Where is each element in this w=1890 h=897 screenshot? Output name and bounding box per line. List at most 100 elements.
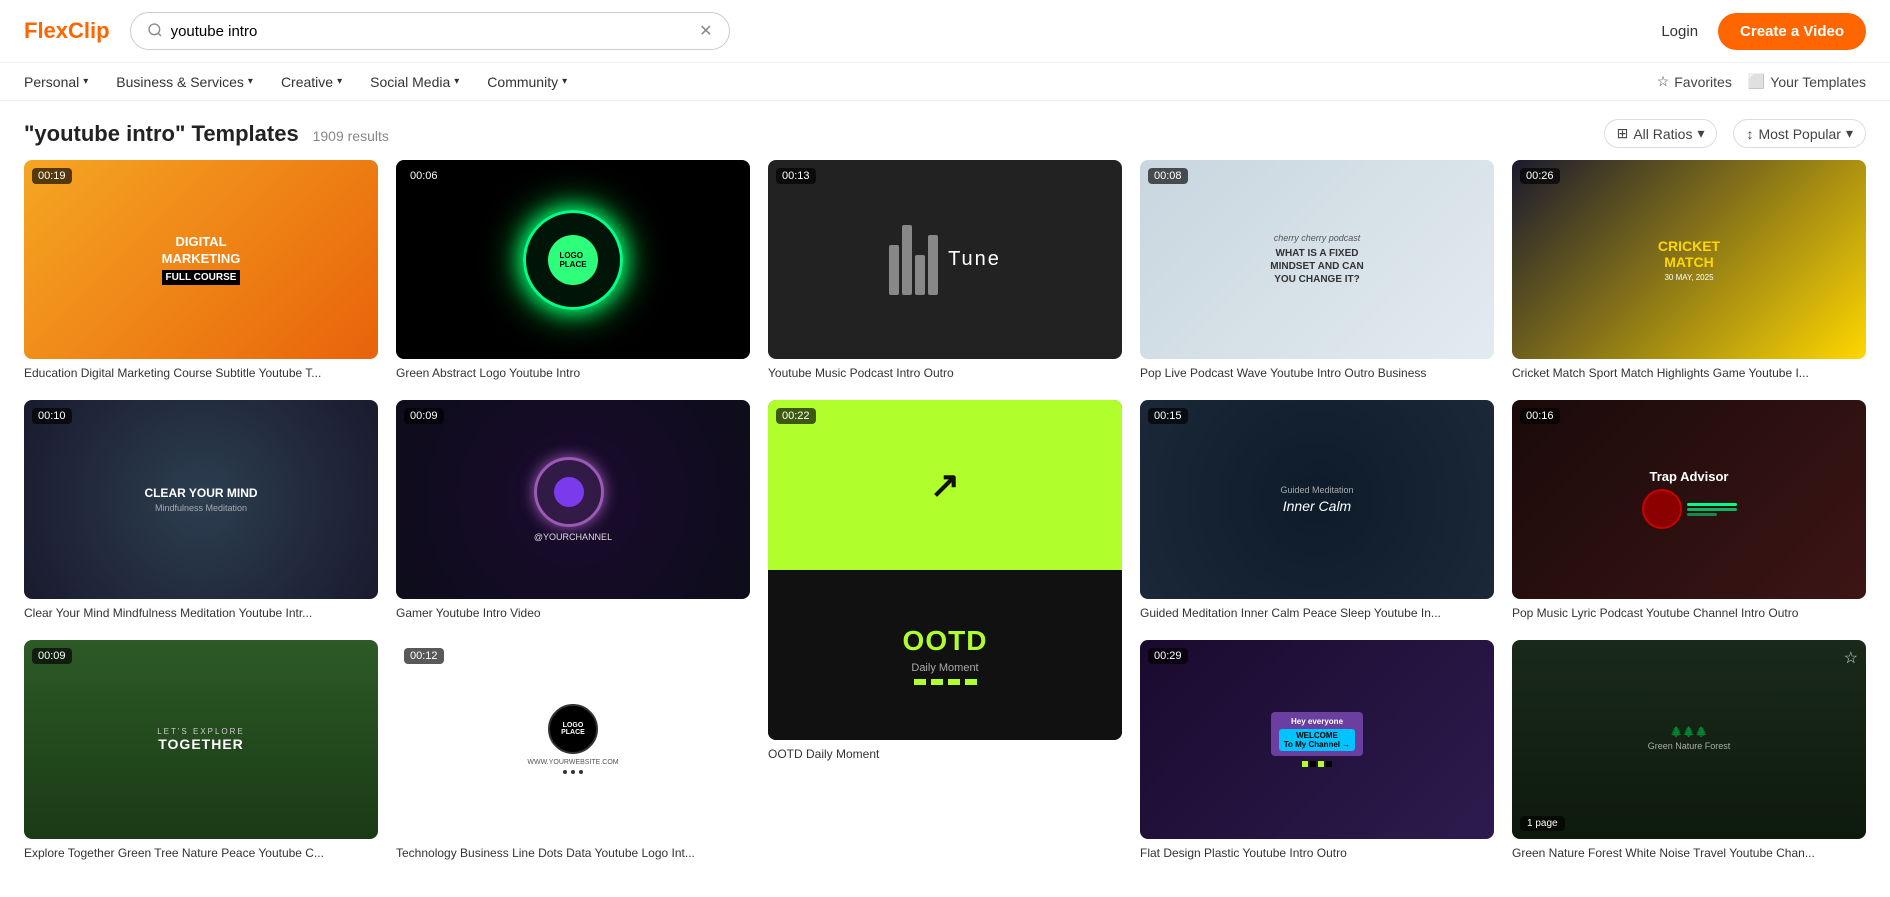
- card-duration: 00:09: [404, 408, 444, 424]
- card-duration: 00:16: [1520, 408, 1560, 424]
- chevron-down-icon: ▾: [562, 76, 567, 87]
- search-input[interactable]: [171, 23, 692, 40]
- card-thumbnail: 00:09 @YOURCHANNEL: [396, 400, 750, 599]
- template-grid: 00:19 DIGITALMARKETING FULL COURSE Educa…: [0, 160, 1890, 886]
- template-card[interactable]: 1 page ☆ 🌲🌲🌲 Green Nature Forest Green N…: [1512, 640, 1866, 862]
- template-card[interactable]: 00:29 Hey everyone WELCOMETo My Channel …: [1140, 640, 1494, 862]
- card-duration: 00:19: [32, 168, 72, 184]
- nav-personal-label: Personal: [24, 74, 79, 90]
- card-title: OOTD Daily Moment: [768, 746, 1122, 763]
- card-duration: 00:15: [1148, 408, 1188, 424]
- page-title-row: "youtube intro" Templates 1909 results ⊞…: [0, 101, 1890, 160]
- logo-placeholder: LOGOPLACE: [548, 235, 598, 285]
- nav-social-media[interactable]: Social Media ▾: [370, 74, 459, 90]
- card-title: Education Digital Marketing Course Subti…: [24, 365, 378, 382]
- card-thumbnail: 00:29 Hey everyone WELCOMETo My Channel …: [1140, 640, 1494, 839]
- template-card[interactable]: 00:19 DIGITALMARKETING FULL COURSE Educa…: [24, 160, 378, 382]
- card-thumbnail: 00:26 CRICKETMATCH 30 MAY, 2025: [1512, 160, 1866, 359]
- card-title: Green Nature Forest White Noise Travel Y…: [1512, 845, 1866, 862]
- nav-community[interactable]: Community ▾: [487, 74, 567, 90]
- ratio-icon: ⊞: [1617, 125, 1629, 142]
- results-count: 1909 results: [313, 128, 389, 144]
- template-card[interactable]: 00:16 Trap Advisor Pop Music Lyric Podca…: [1512, 400, 1866, 622]
- ootd-top-section: ↗: [768, 400, 1122, 570]
- ootd-bottom-section: OOTD Daily Moment: [768, 570, 1122, 740]
- login-button[interactable]: Login: [1661, 23, 1698, 40]
- card-title: Pop Live Podcast Wave Youtube Intro Outr…: [1140, 365, 1494, 382]
- card-thumbnail: 00:13 Tune: [768, 160, 1122, 359]
- template-card-large[interactable]: 00:22 ↗ OOTD Daily Moment OOTD Daily Mom…: [768, 400, 1122, 862]
- search-icon: [147, 22, 163, 41]
- green-circle-decoration: LOGOPLACE: [523, 210, 623, 310]
- card-title: Guided Meditation Inner Calm Peace Sleep…: [1140, 605, 1494, 622]
- card-title: Flat Design Plastic Youtube Intro Outro: [1140, 845, 1494, 862]
- nav-community-label: Community: [487, 74, 558, 90]
- chevron-down-icon: ▾: [1697, 125, 1704, 142]
- card-title: Explore Together Green Tree Nature Peace…: [24, 845, 378, 862]
- nav-creative-label: Creative: [281, 74, 333, 90]
- filter-popular-label: Most Popular: [1758, 126, 1840, 142]
- card-duration: 00:22: [776, 408, 816, 424]
- page-title: "youtube intro" Templates 1909 results: [24, 121, 389, 147]
- template-card[interactable]: 00:08 cherry cherry podcast WHAT IS A FI…: [1140, 160, 1494, 382]
- card-thumbnail: 00:10 CLEAR YOUR MIND Mindfulness Medita…: [24, 400, 378, 599]
- card-duration: 00:26: [1520, 168, 1560, 184]
- filter-row: ⊞ All Ratios ▾ ↕ Most Popular ▾: [1604, 119, 1866, 148]
- card-duration: 00:08: [1148, 168, 1188, 184]
- card-thumbnail: 00:16 Trap Advisor: [1512, 400, 1866, 599]
- star-icon: ☆: [1657, 73, 1670, 90]
- nav-items: Personal ▾ Business & Services ▾ Creativ…: [24, 74, 567, 90]
- filter-ratio-button[interactable]: ⊞ All Ratios ▾: [1604, 119, 1718, 148]
- create-video-button[interactable]: Create a Video: [1718, 13, 1866, 50]
- nav-personal[interactable]: Personal ▾: [24, 74, 88, 90]
- ootd-dots: [914, 679, 977, 685]
- nav-social-media-label: Social Media: [370, 74, 450, 90]
- search-clear-icon[interactable]: ✕: [699, 21, 712, 41]
- gamer-circle: [534, 457, 604, 527]
- nav-creative[interactable]: Creative ▾: [281, 74, 342, 90]
- card-thumbnail: 00:06 LOGOPLACE: [396, 160, 750, 359]
- card-thumbnail: 1 page ☆ 🌲🌲🌲 Green Nature Forest: [1512, 640, 1866, 839]
- tech-logo-circle: LOGOPLACE: [548, 704, 598, 754]
- chevron-down-icon: ▾: [337, 76, 342, 87]
- template-card[interactable]: 00:12 LOGOPLACE WWW.YOURWEBSITE.COM Tech…: [396, 640, 750, 862]
- card-thumbnail: 00:08 cherry cherry podcast WHAT IS A FI…: [1140, 160, 1494, 359]
- header: FlexClip ✕ Login Create a Video: [0, 0, 1890, 63]
- template-card[interactable]: 00:15 Guided Meditation Inner Calm Guide…: [1140, 400, 1494, 622]
- filter-popular-button[interactable]: ↕ Most Popular ▾: [1733, 119, 1866, 148]
- template-card[interactable]: 00:09 @YOURCHANNEL Gamer Youtube Intro V…: [396, 400, 750, 622]
- your-templates-button[interactable]: ⬜ Your Templates: [1748, 73, 1866, 90]
- search-bar: ✕: [130, 12, 730, 50]
- card-title: Pop Music Lyric Podcast Youtube Channel …: [1512, 605, 1866, 622]
- favorites-button[interactable]: ☆ Favorites: [1657, 73, 1732, 90]
- template-card[interactable]: 00:26 CRICKETMATCH 30 MAY, 2025 Cricket …: [1512, 160, 1866, 382]
- title-suffix: Templates: [185, 121, 298, 146]
- card-thumbnail: 00:22 ↗ OOTD Daily Moment: [768, 400, 1122, 740]
- card-title: Gamer Youtube Intro Video: [396, 605, 750, 622]
- favorite-icon[interactable]: ☆: [1844, 648, 1858, 668]
- card-duration: 00:12: [404, 648, 444, 664]
- template-card[interactable]: 00:10 CLEAR YOUR MIND Mindfulness Medita…: [24, 400, 378, 622]
- card-title: Green Abstract Logo Youtube Intro: [396, 365, 750, 382]
- template-card[interactable]: 00:09 LET'S EXPLORE TOGETHER Explore Tog…: [24, 640, 378, 862]
- nav-business[interactable]: Business & Services ▾: [116, 74, 253, 90]
- popular-icon: ↕: [1746, 126, 1753, 142]
- search-query-title: "youtube intro": [24, 121, 185, 146]
- template-card[interactable]: 00:06 LOGOPLACE Green Abstract Logo Yout…: [396, 160, 750, 382]
- card-title: Clear Your Mind Mindfulness Meditation Y…: [24, 605, 378, 622]
- templates-icon: ⬜: [1748, 73, 1765, 90]
- card-title: Cricket Match Sport Match Highlights Gam…: [1512, 365, 1866, 382]
- card-title: Youtube Music Podcast Intro Outro: [768, 365, 1122, 382]
- template-card[interactable]: 00:13 Tune Youtube Music Podcast Intro O…: [768, 160, 1122, 382]
- one-page-badge: 1 page: [1520, 816, 1565, 831]
- ootd-subtitle: Daily Moment: [911, 662, 978, 674]
- card-thumbnail: 00:19 DIGITALMARKETING FULL COURSE: [24, 160, 378, 359]
- chevron-down-icon: ▾: [454, 76, 459, 87]
- logo[interactable]: FlexClip: [24, 18, 110, 44]
- nav-right: ☆ Favorites ⬜ Your Templates: [1657, 73, 1866, 90]
- favorites-label: Favorites: [1674, 74, 1732, 90]
- nav-business-label: Business & Services: [116, 74, 244, 90]
- card-thumbnail: 00:09 LET'S EXPLORE TOGETHER: [24, 640, 378, 839]
- card-duration: 00:10: [32, 408, 72, 424]
- nav-row: Personal ▾ Business & Services ▾ Creativ…: [0, 63, 1890, 101]
